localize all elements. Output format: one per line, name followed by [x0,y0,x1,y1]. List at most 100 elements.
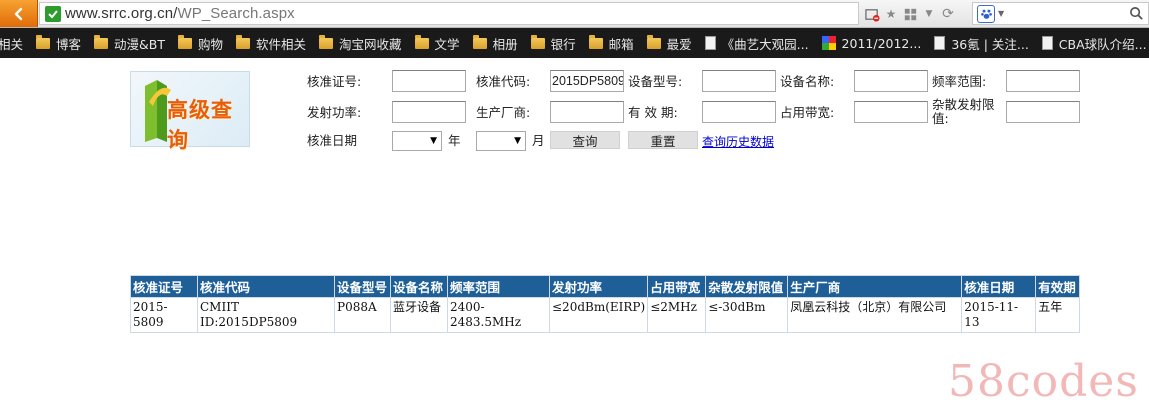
bookmark-item[interactable]: 2011/2012... [821,36,921,51]
results-table: 核准证号 核准代码 设备型号 设备名称 频率范围 发射功率 占用带宽 杂散发射限值 生产厂商 核准… [130,275,1081,333]
query-button[interactable]: 查询 [550,131,620,149]
model-label: 设备型号: [628,74,683,89]
bookmark-label: 购物 [198,36,224,52]
bookmark-item[interactable]: 最爱 [646,34,692,53]
bookmark-item[interactable]: 购物 [178,34,223,53]
cert-no-input[interactable] [392,70,466,92]
chevron-down-icon: ▼ [430,136,437,146]
table-cell: ≤-30dBm [705,297,789,333]
back-button[interactable] [0,0,38,27]
table-cell: ≤20dBm(EIRP) [548,297,649,333]
grid-icon[interactable] [902,6,918,22]
tx-power-input[interactable] [392,101,466,123]
chevron-down-icon: ▼ [514,136,521,146]
column-header: 占用带宽 [647,275,707,298]
bookmark-label: 动漫&BT [114,36,165,52]
maker-label: 生产厂商: [476,105,531,120]
freq-range-input[interactable] [1006,70,1080,92]
maker-input[interactable] [550,101,624,123]
bandwidth-label: 占用带宽: [780,105,835,120]
page-icon [704,36,716,50]
column-header: 核准日期 [961,275,1037,298]
bookmark-label: 淘宝网收藏 [339,36,402,52]
bookmark-item[interactable]: 淘宝网收藏 [319,34,402,53]
baidu-paw-icon[interactable] [977,4,995,23]
bookmark-item[interactable]: 博客 [36,34,81,53]
device-name-input[interactable] [854,70,928,92]
dropdown-icon[interactable]: ▼ [921,6,937,22]
table-row: 2015-5809 CMIIT ID:2015DP5809 P088A 蓝牙设备 240… [130,297,1081,333]
column-header: 频率范围 [447,275,550,298]
search-icon[interactable] [1129,6,1144,24]
url-field[interactable]: www.srrc.org.cn/WP_Search.aspx [39,2,859,25]
valid-period-input[interactable] [702,101,776,123]
bookmark-item[interactable]: 《曲艺大观园... [704,34,809,53]
advanced-search-logo: 高级查询 [130,71,250,152]
reset-button[interactable]: 重置 [628,131,698,149]
folder-icon [319,34,334,49]
query-history-link[interactable]: 查询历史数据 [702,133,774,150]
bookmark-item[interactable]: CBA球队介绍... [1041,34,1147,53]
folder-icon [236,34,251,49]
table-cell: P088A [334,297,391,333]
column-header: 有效期 [1035,275,1081,298]
bookmark-label: 软件相关 [256,36,307,52]
logo-text: 高级查询 [167,97,233,152]
bookmark-item[interactable]: 相关 [0,34,23,53]
search-engine-dropdown-icon[interactable]: ▼ [998,9,1004,18]
cert-code-input[interactable]: 2015DP5809 [550,70,624,92]
watermark: 58codes [948,356,1139,407]
cert-code-label: 核准代码: [476,74,531,89]
bookmark-item[interactable]: 银行 [530,34,576,53]
table-cell: 2400-2483.5MHz [447,297,550,333]
bookmark-item[interactable]: 软件相关 [236,34,306,53]
folder-icon [414,34,429,49]
bookmark-label: 邮箱 [608,36,634,52]
bookmark-label: CBA球队介绍... [1058,36,1147,52]
column-header: 设备名称 [390,275,448,298]
compat-view-icon[interactable] [864,6,880,22]
cert-no-label: 核准证号: [307,74,362,89]
bookmarks-bar: 相关 博客 动漫&BT 购物 软件相关 淘宝网收藏 文学 相册 银行 邮箱 最爱 《曲艺大观园... 2… [0,28,1149,58]
page-icon [934,36,946,50]
back-arrow-icon [14,7,22,20]
spurious-input[interactable] [1006,101,1080,123]
folder-icon [94,34,109,49]
column-header: 核准代码 [197,275,335,298]
year-select[interactable]: ▼ [392,131,442,151]
freq-range-label: 频率范围: [932,74,987,89]
address-bar: www.srrc.org.cn/WP_Search.aspx ★ ▼ ⟳ ▼ [0,0,1149,28]
folder-icon [530,34,545,49]
column-header: 发射功率 [548,275,649,298]
bookmark-label: 36氪 | 关注... [951,36,1029,52]
spurious-label: 杂散发射限值: [932,97,995,126]
month-label: 月 [532,133,545,148]
year-label: 年 [448,133,461,148]
star-icon[interactable]: ★ [883,6,899,22]
refresh-icon[interactable]: ⟳ [940,6,956,22]
bookmark-item[interactable]: 36氪 | 关注... [934,34,1029,53]
column-header: 核准证号 [130,275,198,298]
month-select[interactable]: ▼ [476,131,526,151]
bookmark-item[interactable]: 文学 [414,34,460,53]
bookmark-label: 博客 [56,36,82,52]
valid-period-label: 有 效 期: [628,105,678,120]
table-cell: ≤2MHz [647,297,707,333]
site-icon [821,36,836,50]
bandwidth-input[interactable] [854,101,928,123]
url-host: www.srrc.org.cn/ [65,5,178,22]
column-header: 杂散发射限值 [705,275,789,298]
table-cell: 2015-11-13 [961,297,1037,333]
search-field[interactable]: ▼ [972,2,1149,25]
column-header: 设备型号 [334,275,391,298]
folder-icon [472,34,487,49]
bookmark-label: 最爱 [666,36,692,52]
bookmark-item[interactable]: 动漫&BT [94,34,165,53]
folder-icon [178,34,192,49]
bookmark-item[interactable]: 邮箱 [588,34,634,53]
table-cell: CMIIT ID:2015DP5809 [197,297,335,333]
bookmark-item[interactable]: 相册 [472,34,518,53]
bookmark-label: 文学 [434,36,460,52]
folder-icon [646,34,661,49]
model-input[interactable] [702,70,776,92]
